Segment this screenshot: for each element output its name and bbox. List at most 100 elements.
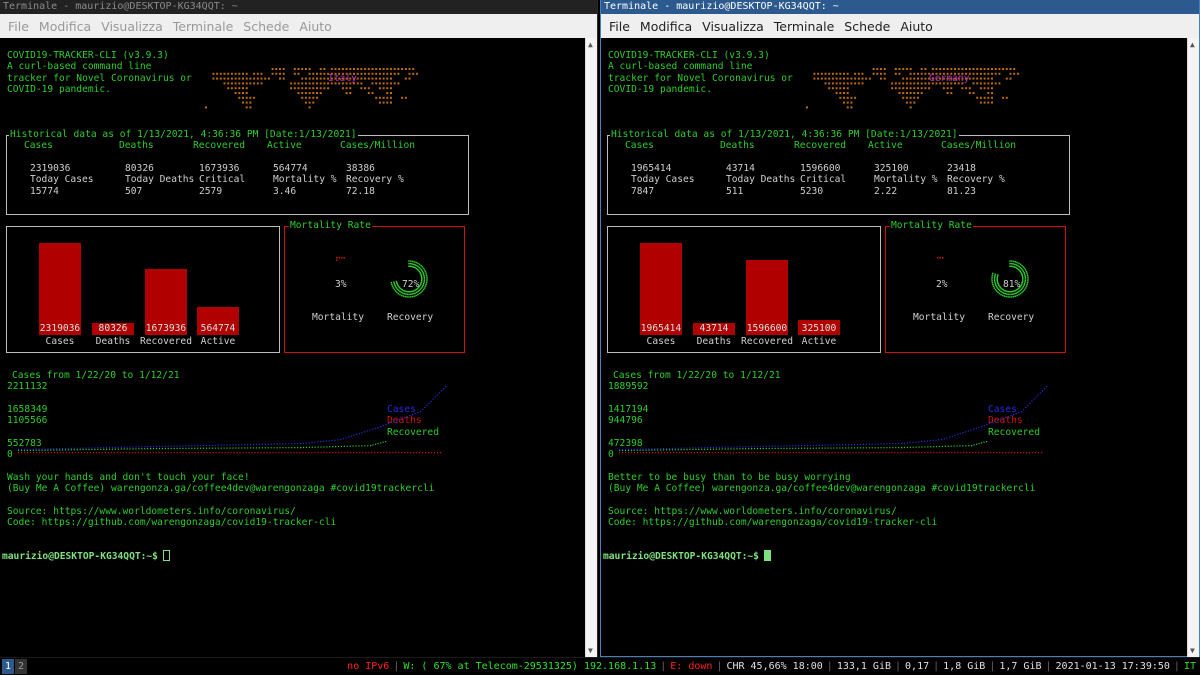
deaths-series-dot bbox=[870, 452, 872, 454]
deaths-series-dot bbox=[281, 452, 283, 454]
recovered-series-dot bbox=[986, 441, 988, 443]
recovered-series-dot bbox=[53, 449, 55, 451]
map-dot bbox=[382, 68, 385, 70]
menu-file[interactable]: File bbox=[605, 19, 636, 34]
map-dot bbox=[245, 92, 248, 94]
cases-series-dot bbox=[733, 446, 735, 448]
cases-series-dot bbox=[106, 447, 108, 449]
map-dot bbox=[338, 68, 341, 70]
map-dot bbox=[983, 77, 986, 80]
shell-prompt[interactable]: maurizio@DESKTOP-KG34QQT:~$ bbox=[2, 550, 170, 563]
deaths-series-dot bbox=[729, 452, 731, 454]
terminal-output[interactable]: COVID19-TRACKER-CLI (v3.9.3) A curl-based… bbox=[0, 38, 586, 657]
map-dot bbox=[245, 82, 248, 85]
terminal-window-right[interactable]: Terminale - maurizio@DESKTOP-KG34QQT: ~ … bbox=[600, 0, 1200, 657]
recovered-series-dot bbox=[294, 447, 296, 449]
value-cell: 23418 bbox=[947, 163, 976, 174]
deaths-series-dot bbox=[1026, 452, 1028, 454]
cases-series-dot bbox=[1002, 418, 1004, 420]
scrollbar[interactable]: ▲ ▼ bbox=[585, 38, 597, 657]
menu-modifica[interactable]: Modifica bbox=[636, 19, 698, 34]
menu-aiuto[interactable]: Aiuto bbox=[295, 19, 338, 34]
scroll-down-icon[interactable]: ▼ bbox=[588, 646, 593, 655]
menu-file[interactable]: File bbox=[4, 19, 35, 34]
deaths-series-dot bbox=[858, 452, 860, 454]
cases-series-dot bbox=[962, 432, 964, 434]
column-header: Mortality % bbox=[273, 174, 337, 185]
recovered-series-dot bbox=[821, 447, 823, 449]
deaths-series-dot bbox=[362, 452, 364, 454]
menu-schede[interactable]: Schede bbox=[840, 19, 896, 34]
recovered-series-dot bbox=[842, 447, 844, 449]
map-dot bbox=[905, 101, 908, 104]
cases-series-dot bbox=[1021, 411, 1023, 413]
value-cell: 38386 bbox=[346, 163, 375, 174]
cases-series-dot bbox=[382, 425, 384, 427]
recovered-series-dot bbox=[20, 449, 23, 452]
recovery-dot bbox=[991, 281, 994, 284]
recovery-dot bbox=[411, 295, 414, 298]
terminal-output[interactable]: COVID19-TRACKER-CLI (v3.9.3) A curl-based… bbox=[601, 38, 1187, 657]
deaths-series-dot bbox=[780, 452, 782, 454]
cases-series-dot bbox=[630, 448, 632, 450]
menu-schede[interactable]: Schede bbox=[239, 19, 295, 34]
deaths-series-dot bbox=[368, 452, 370, 454]
menu-terminale[interactable]: Terminale bbox=[169, 19, 240, 34]
menu-aiuto[interactable]: Aiuto bbox=[896, 19, 939, 34]
scroll-up-icon[interactable]: ▲ bbox=[1190, 40, 1195, 49]
recovered-series-dot bbox=[100, 448, 102, 450]
deaths-series-dot bbox=[62, 452, 65, 454]
recovery-dot bbox=[414, 264, 417, 266]
recovered-series-dot bbox=[959, 445, 961, 447]
window-title[interactable]: Terminale - maurizio@DESKTOP-KG34QQT: ~ bbox=[0, 0, 597, 14]
map-dot bbox=[950, 68, 953, 70]
map-dot bbox=[946, 87, 949, 90]
map-dot bbox=[212, 77, 215, 80]
map-dot bbox=[282, 68, 285, 70]
recovered-series-dot bbox=[798, 447, 800, 449]
scroll-up-icon[interactable]: ▲ bbox=[588, 40, 593, 49]
map-dot bbox=[301, 77, 304, 80]
deaths-series-dot bbox=[897, 452, 899, 454]
map-dot bbox=[415, 72, 418, 75]
map-dot bbox=[260, 82, 263, 85]
cases-series-dot bbox=[150, 446, 152, 448]
menu-terminale[interactable]: Terminale bbox=[770, 19, 841, 34]
map-dot bbox=[230, 87, 233, 90]
recovery-dot bbox=[408, 291, 410, 293]
menu-visualizza[interactable]: Visualizza bbox=[698, 19, 770, 34]
map-dot bbox=[308, 87, 311, 90]
workspace-2-button[interactable]: 2 bbox=[15, 659, 27, 674]
cases-series-dot bbox=[264, 443, 266, 445]
map-dot bbox=[312, 96, 315, 99]
deaths-series-dot bbox=[675, 452, 678, 454]
recovery-dot bbox=[993, 287, 996, 289]
workspace-1-button[interactable]: 1 bbox=[2, 659, 14, 674]
recovery-dot bbox=[1001, 291, 1004, 294]
recovery-dot bbox=[406, 293, 409, 296]
menu-visualizza[interactable]: Visualizza bbox=[97, 19, 169, 34]
cases-series-dot bbox=[164, 445, 166, 447]
map-dot bbox=[924, 77, 927, 80]
scrollbar[interactable]: ▲ ▼ bbox=[1187, 38, 1199, 657]
scroll-down-icon[interactable]: ▼ bbox=[1190, 646, 1195, 655]
terminal-window-left[interactable]: Terminale - maurizio@DESKTOP-KG34QQT: ~ … bbox=[0, 0, 598, 657]
map-dot bbox=[917, 82, 919, 85]
deaths-series-dot bbox=[825, 452, 827, 454]
recovered-series-dot bbox=[32, 449, 34, 451]
map-dot bbox=[253, 82, 256, 85]
recovery-dot bbox=[993, 278, 996, 280]
recovered-series-dot bbox=[654, 449, 656, 451]
recovery-dot bbox=[1014, 295, 1017, 297]
window-title[interactable]: Terminale - maurizio@DESKTOP-KG34QQT: ~ bbox=[601, 0, 1199, 14]
deaths-series-dot bbox=[837, 452, 839, 454]
recovery-dot bbox=[1018, 262, 1020, 265]
recovered-series-dot bbox=[868, 447, 870, 449]
cases-line-chart bbox=[619, 386, 1048, 454]
recovery-dot bbox=[395, 280, 398, 283]
map-dot bbox=[946, 68, 949, 70]
map-dot bbox=[312, 82, 315, 85]
shell-prompt[interactable]: maurizio@DESKTOP-KG34QQT:~$ bbox=[603, 550, 771, 563]
menu-modifica[interactable]: Modifica bbox=[35, 19, 97, 34]
recovered-series-dot bbox=[217, 447, 219, 449]
